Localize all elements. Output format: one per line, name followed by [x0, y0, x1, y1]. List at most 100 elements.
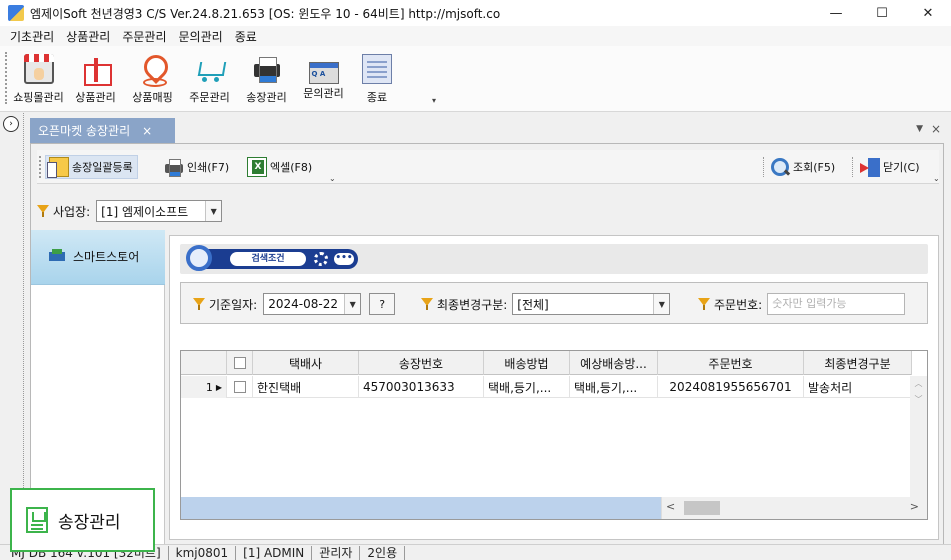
menu-inquiry[interactable]: 문의관리: [173, 28, 229, 45]
chevron-down-icon[interactable]: ▼: [205, 201, 222, 221]
cell-order-no[interactable]: 2024081955656701: [658, 376, 804, 398]
toolbar-product-button[interactable]: 상품관리: [67, 50, 124, 106]
cell-change[interactable]: 발송처리: [804, 376, 912, 398]
toolbar-invoice-label: 송장관리: [246, 91, 287, 104]
filter-icon: [698, 298, 710, 310]
col-invoice[interactable]: 송장번호: [359, 351, 484, 375]
toolbar-exit-label: 종료: [366, 91, 388, 104]
status-role: 관리자: [312, 545, 361, 560]
toolbar-inquiry-button[interactable]: 문의관리: [295, 50, 352, 106]
menu-product[interactable]: 상품관리: [60, 28, 116, 45]
search-conditions-label: 검색조건: [230, 252, 306, 266]
toolbar-exit-button[interactable]: 종료: [352, 50, 402, 106]
sub-toolbar: 송장일괄등록 인쇄(F7) 엑셀(F8) ⌄ 조회(F5) 닫기(C) ⌄: [37, 150, 940, 184]
col-change[interactable]: 최종변경구분: [804, 351, 912, 375]
scroll-right-icon[interactable]: >: [910, 500, 919, 513]
toolbar-shop-label: 쇼핑몰관리: [13, 91, 64, 104]
toolbar-shop-button[interactable]: 쇼핑몰관리: [10, 50, 67, 106]
tab-close-icon[interactable]: ×: [142, 124, 152, 138]
current-row-icon: ▶: [215, 382, 222, 392]
col-rownum: [181, 351, 227, 375]
col-courier[interactable]: 택배사: [253, 351, 359, 375]
printer-icon: [164, 157, 184, 177]
toolbar-overflow-icon[interactable]: ▾: [432, 96, 436, 105]
help-button[interactable]: ?: [369, 293, 396, 315]
invoice-management-badge: 송장관리: [10, 488, 155, 552]
close-all-tabs-icon[interactable]: ×: [931, 122, 941, 136]
store-icon: [49, 249, 67, 261]
nav-item-smartstore[interactable]: 스마트스토어: [31, 230, 165, 285]
change-type-select[interactable]: [전체] ▼: [512, 293, 671, 315]
col-check[interactable]: [227, 351, 253, 375]
business-select[interactable]: [1] 엠제이소프트 ▼: [96, 200, 223, 222]
change-type-criterion: 최종변경구분: [전체] ▼: [421, 293, 671, 315]
bulk-register-button[interactable]: 송장일괄등록: [45, 155, 138, 179]
scroll-thumb[interactable]: [684, 501, 720, 515]
cell-invoice[interactable]: 457003013633: [359, 376, 484, 398]
scroll-down-icon[interactable]: ﹀: [910, 392, 927, 408]
toolbar-inquiry-label: 문의관리: [303, 87, 344, 100]
toolbar-invoice-button[interactable]: 송장관리: [238, 50, 295, 106]
toolbar-mapping-label: 상품매핑: [132, 91, 173, 104]
select-all-checkbox[interactable]: [233, 357, 246, 369]
close-button[interactable]: 닫기(C): [857, 155, 920, 179]
order-no-criterion: 주문번호: 숫자만 입력가능: [698, 293, 906, 315]
exit-door-icon: [860, 157, 880, 177]
grid-header: 택배사 송장번호 배송방법 예상배송방... 주문번호 최종변경구분: [181, 351, 912, 375]
toolbar-order-button[interactable]: 주문관리: [181, 50, 238, 106]
expand-panel-button[interactable]: ›: [3, 116, 19, 132]
excel-button[interactable]: 엑셀(F8): [244, 155, 312, 179]
toolbar-grip[interactable]: [5, 52, 7, 104]
badge-label: 송장관리: [58, 512, 121, 533]
row-check[interactable]: [227, 376, 253, 398]
cell-courier[interactable]: 한진택배: [253, 376, 359, 398]
date-picker[interactable]: 2024-08-22 ▼: [263, 293, 362, 315]
toolbar-mapping-button[interactable]: 상품매핑: [124, 50, 181, 106]
map-pin-icon: [138, 54, 168, 87]
filter-icon: [193, 298, 205, 310]
order-no-label: 주문번호:: [714, 297, 763, 312]
tab-list-dropdown-icon[interactable]: ▼: [916, 124, 923, 134]
close-window-button[interactable]: ✕: [905, 0, 951, 26]
shop-icon: [23, 54, 54, 84]
business-row: 사업장: [1] 엠제이소프트 ▼: [37, 199, 223, 223]
search-conditions-toggle[interactable]: 검색조건 •••: [186, 245, 358, 271]
minimize-button[interactable]: —: [813, 0, 859, 26]
sub-toolbar-overflow-right-icon[interactable]: ⌄: [933, 174, 940, 183]
qa-icon: [308, 62, 339, 84]
order-no-input[interactable]: 숫자만 입력가능: [767, 293, 906, 315]
cell-expected[interactable]: 택배,등기,...: [570, 376, 658, 398]
filter-icon: [421, 298, 433, 310]
menu-order[interactable]: 주문관리: [116, 28, 172, 45]
cart-icon: [195, 54, 225, 84]
invoice-grid: 택배사 송장번호 배송방법 예상배송방... 주문번호 최종변경구분 1 ▶ 한진…: [180, 350, 928, 520]
cell-method[interactable]: 택배,등기,...: [484, 376, 570, 398]
sub-toolbar-overflow-icon[interactable]: ⌄: [329, 174, 336, 183]
window-title: 엠제이Soft 천년경영3 C/S Ver.24.8.21.653 [OS: 윈…: [30, 6, 501, 21]
scroll-up-icon[interactable]: ︿: [910, 376, 927, 392]
col-expected[interactable]: 예상배송방...: [570, 351, 658, 375]
filter-icon: [37, 205, 49, 217]
vertical-scrollbar[interactable]: ︿ ﹀: [910, 376, 927, 497]
register-icon: [47, 157, 69, 178]
col-method[interactable]: 배송방법: [484, 351, 570, 375]
maximize-button[interactable]: ☐: [859, 0, 905, 26]
horizontal-scrollbar[interactable]: < >: [661, 497, 927, 519]
col-order-no[interactable]: 주문번호: [658, 351, 804, 375]
menu-exit[interactable]: 종료: [229, 28, 263, 45]
sub-toolbar-grip[interactable]: [39, 156, 41, 178]
chevron-down-icon[interactable]: ▼: [344, 294, 361, 314]
row-checkbox[interactable]: [233, 381, 246, 393]
chevron-down-icon[interactable]: ▼: [653, 294, 670, 314]
search-header: 검색조건 •••: [180, 244, 928, 274]
title-bar: 엠제이Soft 천년경영3 C/S Ver.24.8.21.653 [OS: 윈…: [0, 0, 951, 26]
scroll-left-icon[interactable]: <: [666, 500, 675, 513]
search-button[interactable]: 조회(F5): [767, 155, 835, 179]
menu-basic[interactable]: 기초관리: [4, 28, 60, 45]
table-row[interactable]: 1 ▶ 한진택배 457003013633 택배,등기,... 택배,등기,...…: [181, 376, 912, 398]
business-select-value: [1] 엠제이소프트: [101, 204, 189, 219]
tab-invoice-management[interactable]: 오픈마켓 송장관리 ×: [30, 118, 175, 143]
print-button[interactable]: 인쇄(F7): [161, 155, 229, 179]
row-number: 1 ▶: [181, 376, 227, 398]
search-label: 조회(F5): [793, 161, 836, 174]
